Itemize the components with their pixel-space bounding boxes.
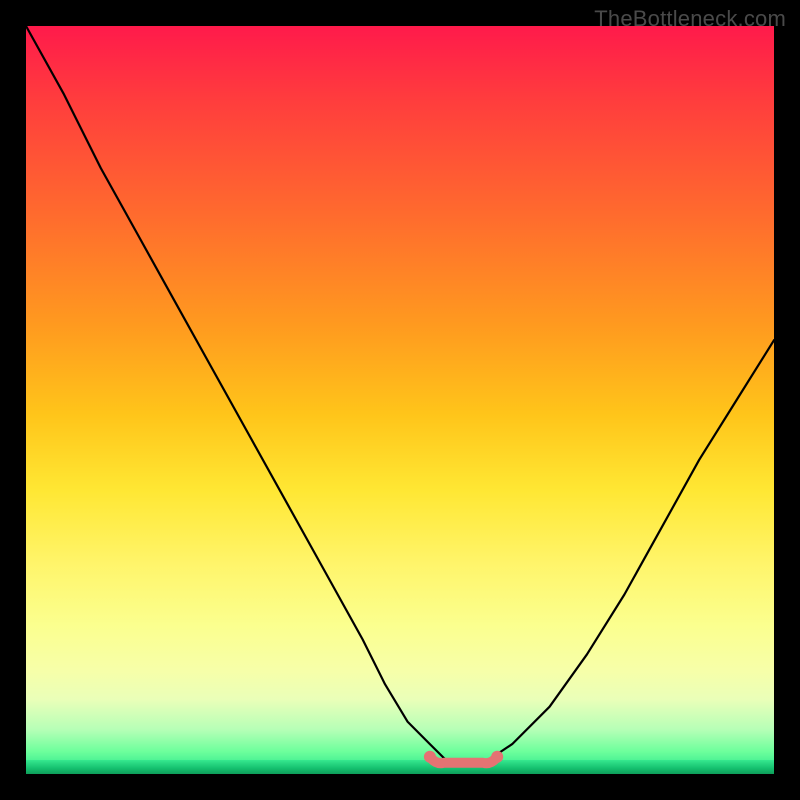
chart-svg <box>26 26 774 774</box>
optimal-range-left-dot <box>424 751 436 763</box>
bottleneck-curve <box>26 26 774 763</box>
optimal-range-highlight <box>430 757 497 763</box>
chart-frame: TheBottleneck.com <box>0 0 800 800</box>
attribution-text: TheBottleneck.com <box>594 6 786 32</box>
optimal-range-right-dot <box>491 751 503 763</box>
plot-area <box>26 26 774 774</box>
